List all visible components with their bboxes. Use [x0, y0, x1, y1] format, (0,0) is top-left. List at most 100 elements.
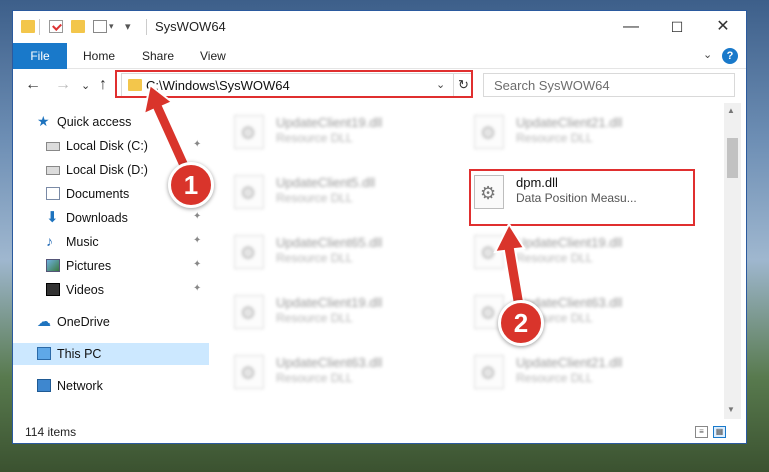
- address-bar[interactable]: C:\Windows\SysWOW64 ⌄ ↻: [121, 73, 473, 97]
- file-item[interactable]: UpdateClient19.dll Resource DLL: [230, 109, 440, 155]
- ribbon: File Home Share View ⌄ ?: [13, 43, 746, 69]
- search-placeholder: Search SysWOW64: [494, 78, 610, 93]
- sidebar-item-videos[interactable]: Videos ✦: [13, 279, 209, 301]
- dll-file-icon: [474, 115, 504, 149]
- up-button[interactable]: ↑: [99, 76, 107, 94]
- file-item-dpm-dll[interactable]: dpm.dll Data Position Measu...: [470, 169, 680, 215]
- navigation-bar: ← → ⌄ ↑ C:\Windows\SysWOW64 ⌄ ↻ Search S…: [13, 69, 746, 103]
- file-name: UpdateClient19.dll: [516, 235, 623, 250]
- recent-locations-icon[interactable]: ⌄: [81, 79, 90, 92]
- file-item[interactable]: UpdateClient21.dll Resource DLL: [470, 109, 680, 155]
- sidebar-item-label: This PC: [57, 347, 102, 361]
- scroll-down-icon[interactable]: ▼: [727, 405, 735, 414]
- tab-view[interactable]: View: [200, 43, 226, 69]
- sidebar-item-quick-access[interactable]: ★ Quick access: [13, 111, 209, 133]
- sidebar-item-network[interactable]: Network: [13, 375, 209, 397]
- maximize-button[interactable]: ☐: [654, 11, 700, 43]
- star-icon: ★: [37, 113, 50, 129]
- drive-icon: [46, 166, 60, 175]
- folder-icon: [128, 79, 142, 91]
- minimize-button[interactable]: —: [608, 11, 654, 43]
- network-icon: [37, 379, 51, 392]
- file-item[interactable]: UpdateClient19.dll Resource DLL: [230, 289, 440, 335]
- forward-button[interactable]: →: [55, 76, 71, 94]
- close-button[interactable]: ✕: [700, 11, 746, 43]
- file-item[interactable]: UpdateClient5.dll Resource DLL: [230, 169, 440, 215]
- dll-file-icon: [234, 235, 264, 269]
- file-description: Resource DLL: [276, 131, 353, 145]
- sidebar-item-label: Music: [66, 235, 99, 249]
- status-bar: 114 items ≡ ▦: [13, 421, 746, 443]
- address-path[interactable]: C:\Windows\SysWOW64: [146, 78, 290, 93]
- sidebar-item-downloads[interactable]: ⬇ Downloads ✦: [13, 207, 209, 229]
- item-count: 114 items: [25, 425, 77, 439]
- properties-icon[interactable]: [49, 20, 63, 33]
- sidebar-item-music[interactable]: ♪ Music ✦: [13, 231, 209, 253]
- documents-icon: [46, 187, 60, 200]
- tab-file[interactable]: File: [13, 43, 67, 69]
- file-item[interactable]: UpdateClient65.dll Resource DLL: [230, 229, 440, 275]
- file-name: dpm.dll: [516, 175, 558, 190]
- address-dropdown-icon[interactable]: ⌄: [436, 78, 445, 91]
- file-description: Resource DLL: [516, 131, 593, 145]
- back-button[interactable]: ←: [25, 76, 41, 94]
- file-name: UpdateClient19.dll: [276, 295, 383, 310]
- dll-file-icon: [474, 175, 504, 209]
- folder-icon: [21, 20, 35, 33]
- file-name: UpdateClient19.dll: [276, 115, 383, 130]
- file-description: Resource DLL: [516, 371, 593, 385]
- pictures-icon: [46, 259, 60, 272]
- sidebar-item-local-disk-c[interactable]: Local Disk (C:) ✦: [13, 135, 209, 157]
- drive-icon: [46, 142, 60, 151]
- sidebar-item-label: Local Disk (C:): [66, 139, 148, 153]
- large-icons-view-icon[interactable]: ▦: [713, 426, 726, 438]
- explorer-window: ▾ ▾ SysWOW64 — ☐ ✕ File Home Share View …: [12, 10, 747, 444]
- vertical-scrollbar[interactable]: ▲ ▼: [724, 103, 741, 419]
- qat-menu-icon[interactable]: ▾: [125, 20, 131, 33]
- scrollbar-thumb[interactable]: [727, 138, 738, 178]
- dll-file-icon: [234, 115, 264, 149]
- pin-icon: ✦: [193, 235, 202, 246]
- sidebar-item-label: Downloads: [66, 211, 128, 225]
- scroll-up-icon[interactable]: ▲: [727, 106, 735, 115]
- cloud-icon: ☁: [37, 313, 51, 329]
- customize-icon[interactable]: [93, 20, 107, 33]
- chevron-down-icon[interactable]: ▾: [109, 21, 114, 32]
- sidebar-item-pictures[interactable]: Pictures ✦: [13, 255, 209, 277]
- file-item[interactable]: UpdateClient63.dll Resource DLL: [230, 349, 440, 395]
- pin-icon: ✦: [193, 211, 202, 222]
- sidebar-item-label: Documents: [66, 187, 130, 201]
- file-list: UpdateClient19.dll Resource DLL UpdateCl…: [220, 103, 723, 419]
- file-item[interactable]: UpdateClient21.dll Resource DLL: [470, 349, 680, 395]
- file-description: Resource DLL: [276, 251, 353, 265]
- expand-ribbon-icon[interactable]: ⌄: [703, 48, 712, 61]
- dll-file-icon: [234, 175, 264, 209]
- file-item[interactable]: UpdateClient19.dll Resource DLL: [470, 229, 680, 275]
- file-name: UpdateClient63.dll: [276, 355, 383, 370]
- sidebar-item-onedrive[interactable]: ☁ OneDrive: [13, 311, 209, 333]
- pin-icon: ✦: [193, 139, 202, 150]
- divider: [146, 19, 147, 35]
- file-description: Data Position Measu...: [516, 191, 637, 205]
- sidebar-item-this-pc[interactable]: This PC: [13, 343, 209, 365]
- computer-icon: [37, 347, 51, 360]
- refresh-button[interactable]: ↻: [453, 74, 473, 96]
- divider: [39, 19, 40, 35]
- title-bar: ▾ ▾ SysWOW64 — ☐ ✕: [13, 11, 746, 43]
- help-icon[interactable]: ?: [722, 48, 738, 64]
- file-description: Resource DLL: [276, 371, 353, 385]
- tab-share[interactable]: Share: [142, 43, 174, 69]
- details-view-icon[interactable]: ≡: [695, 426, 708, 438]
- dll-file-icon: [234, 295, 264, 329]
- music-icon: ♪: [46, 233, 53, 249]
- file-description: Resource DLL: [516, 251, 593, 265]
- sidebar-item-label: Network: [57, 379, 103, 393]
- file-description: Resource DLL: [276, 311, 353, 325]
- step-2-badge: 2: [498, 300, 544, 346]
- dll-file-icon: [474, 355, 504, 389]
- sidebar-item-label: Pictures: [66, 259, 112, 273]
- videos-icon: [46, 283, 60, 296]
- tab-home[interactable]: Home: [83, 43, 115, 69]
- new-folder-icon[interactable]: [71, 20, 85, 33]
- search-box[interactable]: Search SysWOW64: [483, 73, 735, 97]
